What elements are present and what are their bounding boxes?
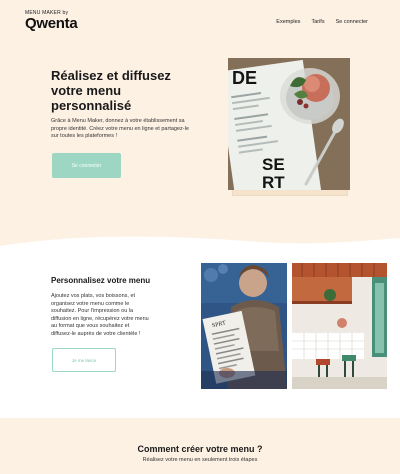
nav-link-tarifs[interactable]: Tarifs [311,19,324,25]
hero-title: Réalisez et diffusez votre menu personna… [51,68,171,113]
hero-section: Réalisez et diffusez votre menu personna… [0,40,400,242]
nav-link-se-connecter[interactable]: Se connecter [336,19,368,25]
personalize-title: Personnalisez votre menu [51,276,151,285]
get-started-button[interactable]: Je me lance [52,348,116,372]
dessert-photo-illustration: DE SE RT [228,58,350,190]
person-holding-menu-photo: SPRT [201,263,287,389]
menu-in-hand-illustration: SPRT [201,263,287,389]
menu-card-letters-rt: RT [262,173,285,190]
menu-card-letters-se: SE [262,155,285,174]
logo[interactable]: MENU MAKER by Qwenta [25,10,78,32]
how-to-section: Comment créer votre menu ? Réalisez votr… [0,418,400,474]
how-to-title: Comment créer votre menu ? [137,444,263,454]
how-to-subtitle: Réalisez votre menu en seulement trois é… [142,457,258,463]
hero-description: Grâce à Menu Maker, donnez à votre établ… [51,118,189,139]
restaurant-interior-illustration [292,263,387,389]
restaurant-interior-photo [292,263,387,389]
main-nav: Exemples Tarifs Se connecter [276,19,368,25]
personalize-section: Personnalisez votre menu Ajoutez vos pla… [0,248,400,418]
hero-login-button[interactable]: Se connecter [52,153,121,178]
header: MENU MAKER by Qwenta Exemples Tarifs Se … [0,0,400,40]
menu-card-letters-de: DE [232,68,257,88]
nav-link-exemples[interactable]: Exemples [276,19,300,25]
personalize-description: Ajoutez vos plats, vos boissons, et orga… [51,293,149,337]
hero-dessert-menu-photo: DE SE RT [228,58,350,190]
logo-wordmark: Qwenta [25,15,78,32]
